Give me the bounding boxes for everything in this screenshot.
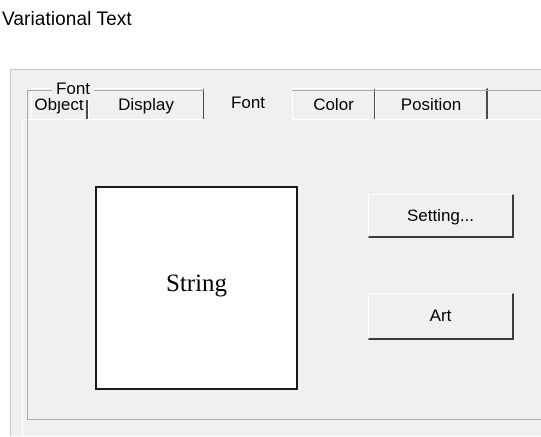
font-preview: String <box>95 186 298 390</box>
art-button[interactable]: Art <box>368 293 514 340</box>
setting-button[interactable]: Setting... <box>368 194 514 238</box>
preview-text: String <box>165 270 228 297</box>
font-group-label: Font <box>52 78 95 100</box>
tab-font[interactable]: Font <box>204 84 292 122</box>
window-title: Variational Text <box>0 0 541 40</box>
